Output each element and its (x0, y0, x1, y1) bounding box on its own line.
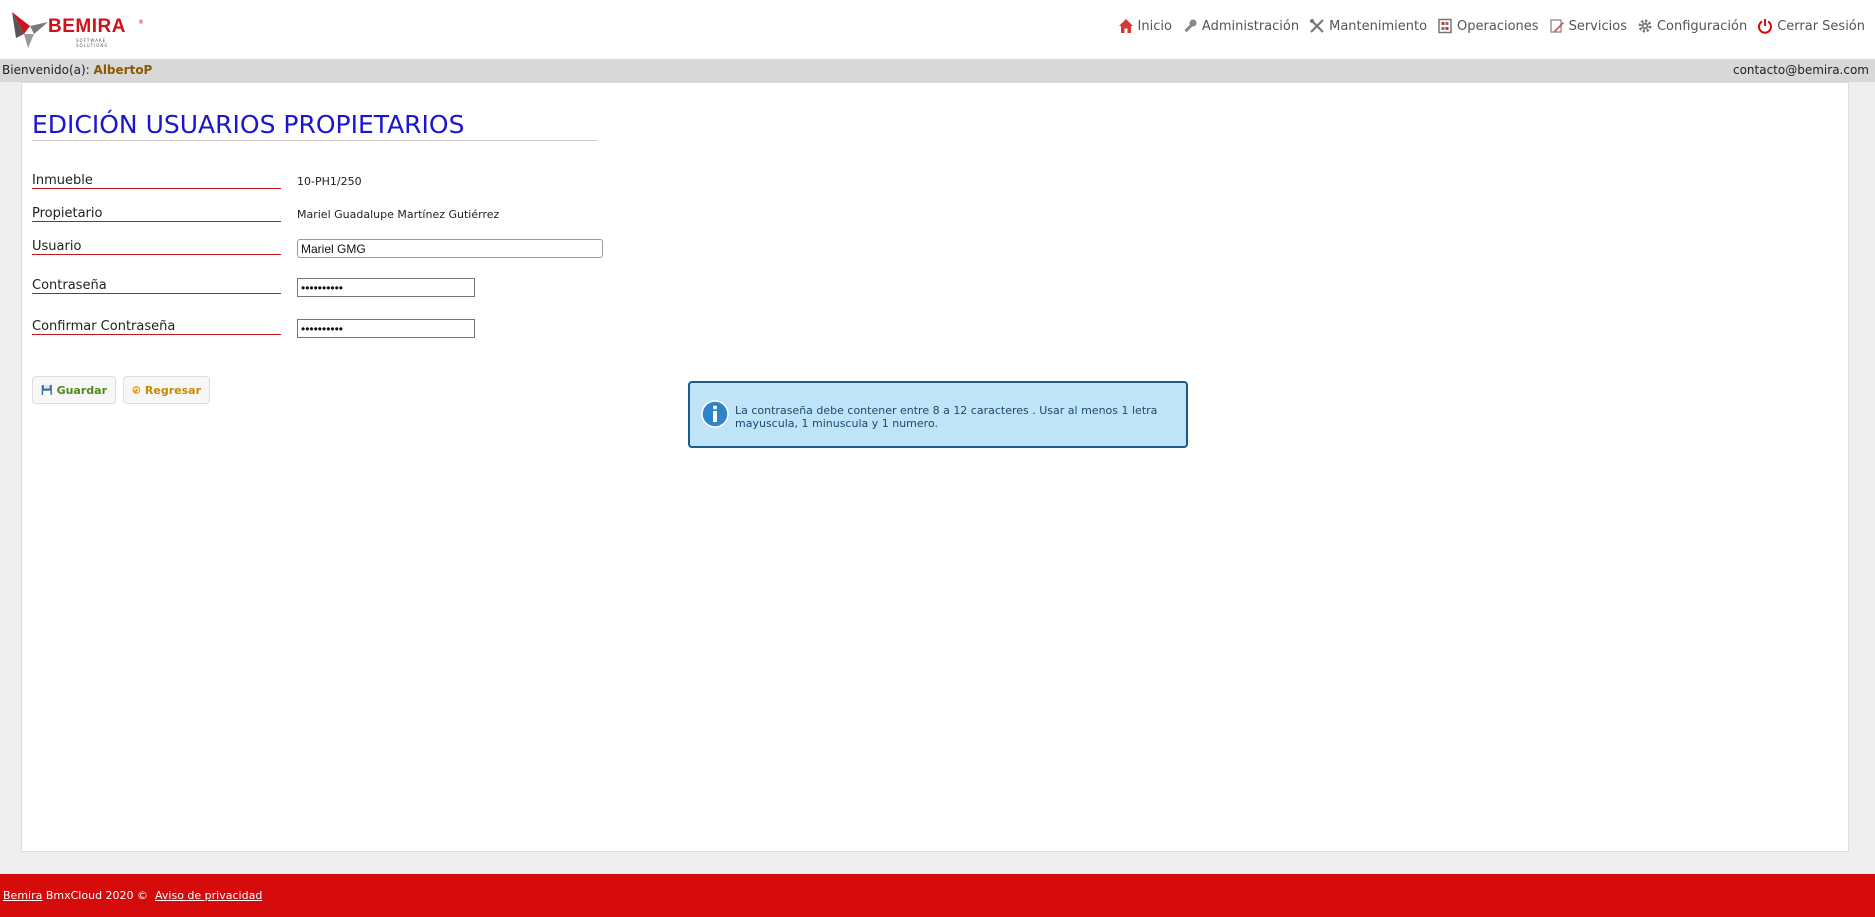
edit-icon (1549, 19, 1564, 33)
nav-administracion-label: Administración (1201, 18, 1300, 34)
main-nav: Inicio Administración Mantenimiento Oper… (1118, 18, 1865, 34)
logo-text: BEMIRA (48, 16, 126, 37)
gear-icon (1638, 19, 1652, 33)
footer-content: Bemira BmxCloud 2020 © Aviso de privacid… (3, 889, 262, 902)
nav-administracion[interactable]: Administración (1182, 18, 1299, 34)
info-line-1: La contraseña debe contener entre 8 a 12… (735, 404, 1158, 417)
tools-icon (1310, 19, 1324, 33)
calculator-icon (1438, 18, 1452, 34)
bemira-logo-mark (12, 12, 48, 48)
password-info-box: La contraseña debe contener entre 8 a 12… (688, 381, 1188, 448)
back-button-label: Regresar (144, 383, 201, 397)
user-bar: Bienvenido(a): AlbertoP contacto@bemira.… (0, 59, 1875, 82)
nav-inicio-label: Inicio (1137, 18, 1172, 34)
bemira-logo[interactable]: BEMIRA ® SOFTWARE SOLUTIONS (10, 8, 144, 50)
password-label: Contraseña (32, 278, 281, 294)
save-button[interactable]: Guardar (32, 376, 116, 404)
nav-configuracion-label: Configuración (1656, 18, 1748, 34)
confirm-password-label: Confirmar Contraseña (32, 319, 281, 335)
top-header: BEMIRA ® SOFTWARE SOLUTIONS Inicio Admin… (0, 0, 1875, 59)
logo-tagline: SOFTWARE SOLUTIONS (76, 38, 108, 48)
info-message: La contraseña debe contener entre 8 a 12… (735, 404, 1175, 430)
save-button-label: Guardar (56, 383, 107, 397)
usuario-input[interactable] (297, 239, 603, 258)
nav-servicios-label: Servicios (1568, 18, 1627, 34)
nav-mantenimiento-label: Mantenimiento (1329, 18, 1428, 34)
power-icon (1758, 19, 1773, 34)
welcome-label: Bienvenido(a): (2, 63, 90, 77)
privacy-link[interactable]: Aviso de privacidad (155, 889, 262, 902)
nav-inicio[interactable]: Inicio (1118, 18, 1172, 34)
key-icon (1184, 19, 1197, 33)
footer-brand-link[interactable]: Bemira (3, 889, 42, 902)
logo-registered: ® (138, 19, 144, 26)
nav-cerrar-sesion-label: Cerrar Sesión (1777, 18, 1865, 34)
page-title: EDICIÓN USUARIOS PROPIETARIOS (32, 110, 597, 141)
info-line-2: mayuscula, 1 minuscula y 1 numero. (735, 417, 938, 430)
back-arrow-icon (132, 386, 141, 394)
contact-email: contacto@bemira.com (1732, 63, 1869, 77)
confirm-password-input[interactable] (297, 319, 475, 338)
nav-configuracion[interactable]: Configuración (1637, 18, 1747, 34)
nav-cerrar-sesion[interactable]: Cerrar Sesión (1757, 18, 1865, 34)
nav-operaciones[interactable]: Operaciones (1437, 18, 1539, 34)
inmueble-label: Inmueble (32, 173, 281, 189)
back-button[interactable]: Regresar (123, 376, 210, 404)
propietario-label: Propietario (32, 206, 281, 222)
footer: Bemira BmxCloud 2020 © Aviso de privacid… (0, 874, 1875, 917)
inmueble-value: 10-PH1/250 (297, 175, 362, 188)
propietario-value: Mariel Guadalupe Martínez Gutiérrez (297, 208, 500, 221)
nav-mantenimiento[interactable]: Mantenimiento (1309, 18, 1427, 34)
password-input[interactable] (297, 278, 475, 297)
welcome-text: Bienvenido(a): AlbertoP (2, 59, 152, 82)
footer-text: BmxCloud 2020 © (42, 889, 156, 902)
nav-operaciones-label: Operaciones (1457, 18, 1539, 34)
info-icon (701, 400, 729, 428)
username: AlbertoP (93, 63, 153, 77)
usuario-label: Usuario (32, 239, 281, 255)
home-icon (1118, 19, 1133, 33)
main-panel: EDICIÓN USUARIOS PROPIETARIOS Inmueble 1… (21, 82, 1849, 852)
floppy-icon (41, 384, 52, 396)
nav-servicios[interactable]: Servicios (1549, 18, 1627, 34)
